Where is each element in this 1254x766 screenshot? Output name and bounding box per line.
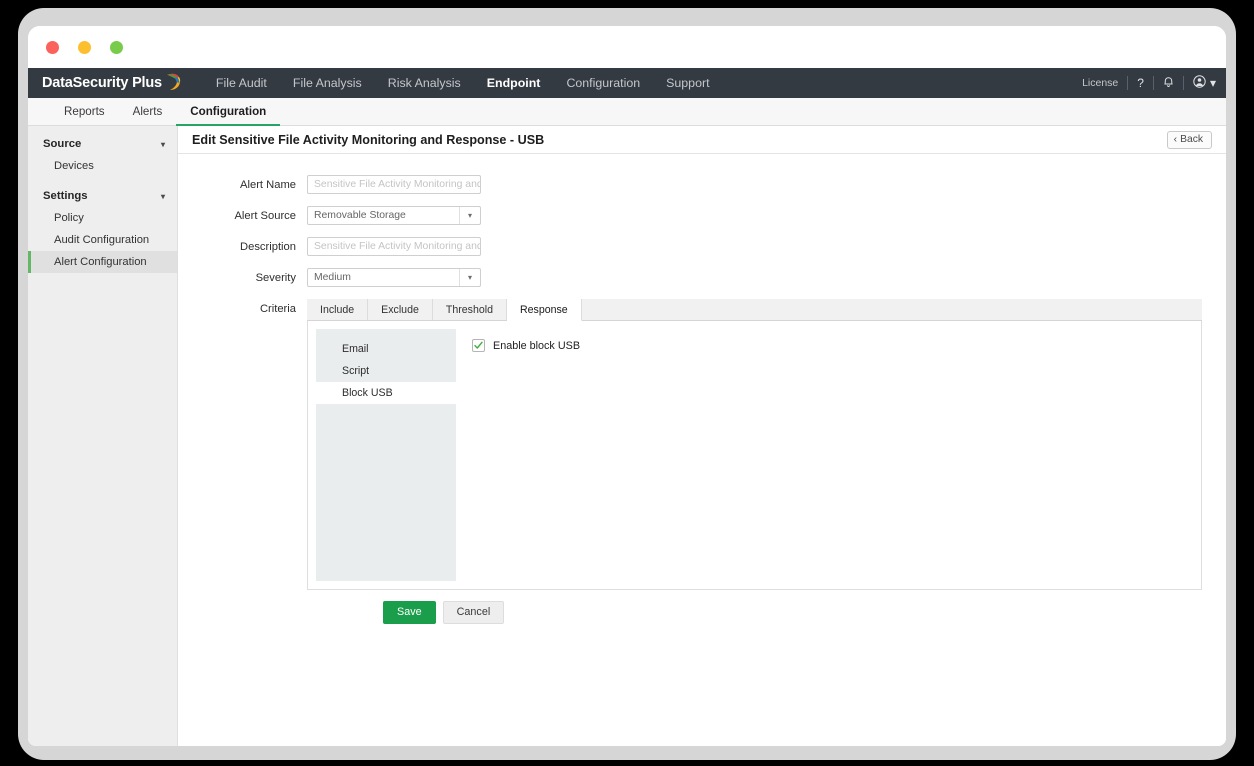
license-link[interactable]: License bbox=[1082, 77, 1118, 89]
window-close-button[interactable] bbox=[46, 41, 59, 54]
chevron-down-icon: ▾ bbox=[459, 269, 480, 286]
bell-icon[interactable] bbox=[1163, 76, 1174, 91]
sidebar-group-source-label: Source bbox=[43, 138, 82, 150]
enable-block-usb-label: Enable block USB bbox=[493, 339, 581, 352]
sidebar-group-settings[interactable]: Settings ▾ bbox=[28, 185, 177, 207]
field-row-description: Description Sensitive File Activity Moni… bbox=[178, 237, 1226, 256]
field-row-criteria: Criteria Include Exclude Threshold Respo… bbox=[178, 299, 1226, 590]
sidebar-item-audit-configuration[interactable]: Audit Configuration bbox=[28, 229, 177, 251]
app-window: DataSecurity Plus File Audit File Analys… bbox=[28, 26, 1226, 746]
tab-threshold[interactable]: Threshold bbox=[432, 299, 507, 320]
secondary-navigation-bar: Reports Alerts Configuration bbox=[28, 98, 1226, 126]
alert-form: Alert Name Sensitive File Activity Monit… bbox=[178, 154, 1226, 624]
sidebar-item-alert-configuration[interactable]: Alert Configuration bbox=[28, 251, 177, 273]
enable-block-usb-checkbox[interactable] bbox=[472, 339, 485, 352]
subtab-reports[interactable]: Reports bbox=[50, 98, 119, 125]
save-button[interactable]: Save bbox=[383, 601, 436, 624]
back-button[interactable]: ‹ Back bbox=[1166, 130, 1212, 149]
nav-item-file-analysis[interactable]: File Analysis bbox=[293, 76, 362, 90]
check-icon bbox=[474, 341, 483, 349]
divider bbox=[1182, 76, 1184, 90]
page-header: Edit Sensitive File Activity Monitoring … bbox=[178, 126, 1226, 154]
sidebar: Source ▾ Devices Settings ▾ Policy Audit… bbox=[28, 126, 178, 746]
chevron-left-icon: ‹ bbox=[1173, 133, 1178, 145]
sidebar-group-settings-label: Settings bbox=[43, 190, 88, 202]
nav-item-endpoint[interactable]: Endpoint bbox=[487, 76, 541, 90]
alert-source-select[interactable]: Removable Storage ▾ bbox=[307, 206, 481, 225]
help-icon[interactable]: ? bbox=[1137, 76, 1144, 90]
top-nav-right-cluster: License ? ▾ bbox=[1082, 68, 1216, 98]
sidebar-group-source[interactable]: Source ▾ bbox=[28, 133, 177, 155]
window-maximize-button[interactable] bbox=[110, 41, 123, 54]
app-logo-text: DataSecurity Plus bbox=[42, 75, 162, 91]
alert-name-input[interactable]: Sensitive File Activity Monitoring and R… bbox=[307, 175, 481, 194]
description-input[interactable]: Sensitive File Activity Monitoring and R… bbox=[307, 237, 481, 256]
cancel-button[interactable]: Cancel bbox=[442, 601, 505, 624]
response-detail-pane: Enable block USB bbox=[456, 329, 1193, 581]
nav-item-configuration[interactable]: Configuration bbox=[566, 76, 640, 90]
field-row-alert-source: Alert Source Removable Storage ▾ bbox=[178, 206, 1226, 225]
divider bbox=[1152, 76, 1154, 90]
chevron-down-icon: ▾ bbox=[160, 139, 165, 149]
tab-exclude[interactable]: Exclude bbox=[368, 299, 433, 320]
window-minimize-button[interactable] bbox=[78, 41, 91, 54]
subtab-alerts[interactable]: Alerts bbox=[119, 98, 177, 125]
account-caret-icon[interactable]: ▾ bbox=[1210, 76, 1216, 90]
alert-source-value: Removable Storage bbox=[314, 210, 406, 221]
criteria-label: Criteria bbox=[259, 303, 296, 315]
response-list-item-email[interactable]: Email bbox=[316, 338, 456, 360]
severity-label: Severity bbox=[255, 271, 296, 284]
chevron-down-icon: ▾ bbox=[459, 207, 480, 224]
tab-include[interactable]: Include bbox=[307, 299, 369, 320]
alert-source-label: Alert Source bbox=[234, 209, 296, 222]
enable-block-usb-row: Enable block USB bbox=[472, 339, 1193, 352]
severity-select[interactable]: Medium ▾ bbox=[307, 268, 481, 287]
subtab-configuration[interactable]: Configuration bbox=[176, 98, 281, 126]
response-list-item-script[interactable]: Script bbox=[316, 360, 456, 382]
criteria-tab-panel: Include Exclude Threshold Response Email… bbox=[307, 299, 1202, 590]
response-tab-content: Email Script Block USB Enable block USB bbox=[307, 321, 1202, 590]
field-row-alert-name: Alert Name Sensitive File Activity Monit… bbox=[178, 175, 1226, 194]
chevron-down-icon: ▾ bbox=[160, 191, 165, 201]
criteria-tabstrip: Include Exclude Threshold Response bbox=[307, 299, 1202, 321]
field-row-severity: Severity Medium ▾ bbox=[178, 268, 1226, 287]
alert-name-label: Alert Name bbox=[240, 178, 296, 191]
page-title: Edit Sensitive File Activity Monitoring … bbox=[192, 132, 545, 147]
form-action-buttons: Save Cancel bbox=[383, 601, 1226, 624]
top-navigation-bar: DataSecurity Plus File Audit File Analys… bbox=[28, 68, 1226, 98]
window-titlebar bbox=[28, 26, 1226, 68]
tab-response[interactable]: Response bbox=[506, 299, 582, 321]
nav-item-support[interactable]: Support bbox=[666, 76, 709, 90]
app-logo[interactable]: DataSecurity Plus bbox=[42, 72, 182, 95]
back-button-label: Back bbox=[1180, 133, 1203, 145]
divider bbox=[1127, 76, 1129, 90]
main-content: Edit Sensitive File Activity Monitoring … bbox=[178, 126, 1226, 746]
response-type-list: Email Script Block USB bbox=[316, 329, 466, 581]
nav-item-risk-analysis[interactable]: Risk Analysis bbox=[388, 76, 461, 90]
description-label: Description bbox=[240, 240, 296, 253]
severity-value: Medium bbox=[314, 272, 351, 283]
sidebar-item-devices[interactable]: Devices bbox=[28, 155, 177, 177]
logo-swoosh-icon bbox=[165, 72, 182, 95]
nav-item-file-audit[interactable]: File Audit bbox=[216, 76, 267, 90]
sidebar-item-policy[interactable]: Policy bbox=[28, 207, 177, 229]
response-list-item-block-usb[interactable]: Block USB bbox=[316, 382, 466, 404]
page-body: Source ▾ Devices Settings ▾ Policy Audit… bbox=[28, 126, 1226, 746]
user-circle-icon[interactable] bbox=[1193, 75, 1206, 91]
